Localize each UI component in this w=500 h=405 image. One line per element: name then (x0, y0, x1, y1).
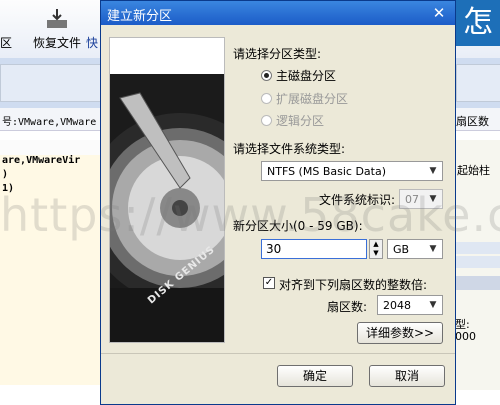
disk-tree-pane: are,VMwareVir ) 1) (0, 155, 100, 385)
tree-line-3: 1) (2, 183, 15, 194)
fs-type-select[interactable]: NTFS (MS Basic Data) ▼ (261, 161, 443, 181)
spin-up-icon[interactable]: ▲ (370, 240, 382, 249)
check-icon: ✓ (264, 277, 274, 288)
advanced-params-button[interactable]: 详细参数>> (357, 322, 443, 344)
align-checkbox[interactable]: ✓ (263, 277, 275, 289)
size-unit-select[interactable]: GB ▼ (387, 239, 443, 259)
disk-model-text: 号:VMware,VMware (2, 117, 97, 128)
cancel-button[interactable]: 取消 (369, 365, 445, 387)
fs-id-label: 文件系统标识: (319, 193, 396, 207)
radio-primary-partition[interactable]: 主磁盘分区 (261, 67, 336, 84)
chevron-down-icon: ▼ (429, 194, 437, 204)
tree-line-1: are,VMwareVir (2, 155, 81, 166)
partition-tool-button[interactable]: 区 (0, 8, 28, 51)
partition-icon (0, 8, 28, 30)
disk-genius-image: DISK GENIUS (109, 37, 225, 343)
recover-files-button[interactable]: 恢复文件 (33, 8, 81, 51)
fs-id-select[interactable]: 07 ▼ (399, 189, 443, 209)
radio-selected-icon (261, 70, 272, 81)
sector-count-select[interactable]: 2048 ▼ (377, 295, 443, 315)
brand-logo: 怎 (456, 0, 500, 46)
radio-logical-partition[interactable]: 逻辑分区 (261, 112, 324, 129)
sector-count-label: 扇区数: (327, 300, 368, 314)
spin-down-icon[interactable]: ▼ (370, 249, 382, 258)
dialog-titlebar: 建立新分区 ✕ (101, 1, 455, 25)
align-label: 对齐到下列扇区数的整数倍: (279, 278, 428, 292)
radio-icon (261, 115, 272, 126)
partition-info-column: 起始柱 型: 000 (453, 140, 500, 390)
chevron-down-icon: ▼ (429, 300, 437, 310)
start-cylinder-label: 起始柱 (457, 164, 490, 177)
size-label: 新分区大小(0 - 59 GB): (233, 219, 363, 233)
size-spinner[interactable]: ▲ ▼ (369, 239, 383, 259)
dialog-title: 建立新分区 (107, 9, 173, 24)
recover-icon (43, 8, 71, 30)
chevron-down-icon: ▼ (429, 244, 437, 254)
sector-count-header: 扇区数 (456, 116, 489, 128)
radio-extended-partition[interactable]: 扩展磁盘分区 (261, 90, 348, 107)
tree-line-2: ) (2, 169, 9, 180)
ok-button[interactable]: 确定 (277, 365, 353, 387)
fs-type-label: 请选择文件系统类型: (233, 142, 346, 156)
new-partition-dialog: 建立新分区 ✕ DISK GENIUS 请选择分区类型: 主磁盘分区 扩展磁盘分… (100, 0, 456, 405)
close-icon[interactable]: ✕ (431, 5, 447, 21)
divider (101, 353, 455, 354)
partition-type-label: 请选择分区类型: (233, 47, 322, 61)
partition-size-input[interactable]: 30 (261, 239, 367, 259)
radio-icon (261, 93, 272, 104)
value-label: 000 (455, 330, 476, 343)
chevron-down-icon: ▼ (429, 166, 437, 176)
